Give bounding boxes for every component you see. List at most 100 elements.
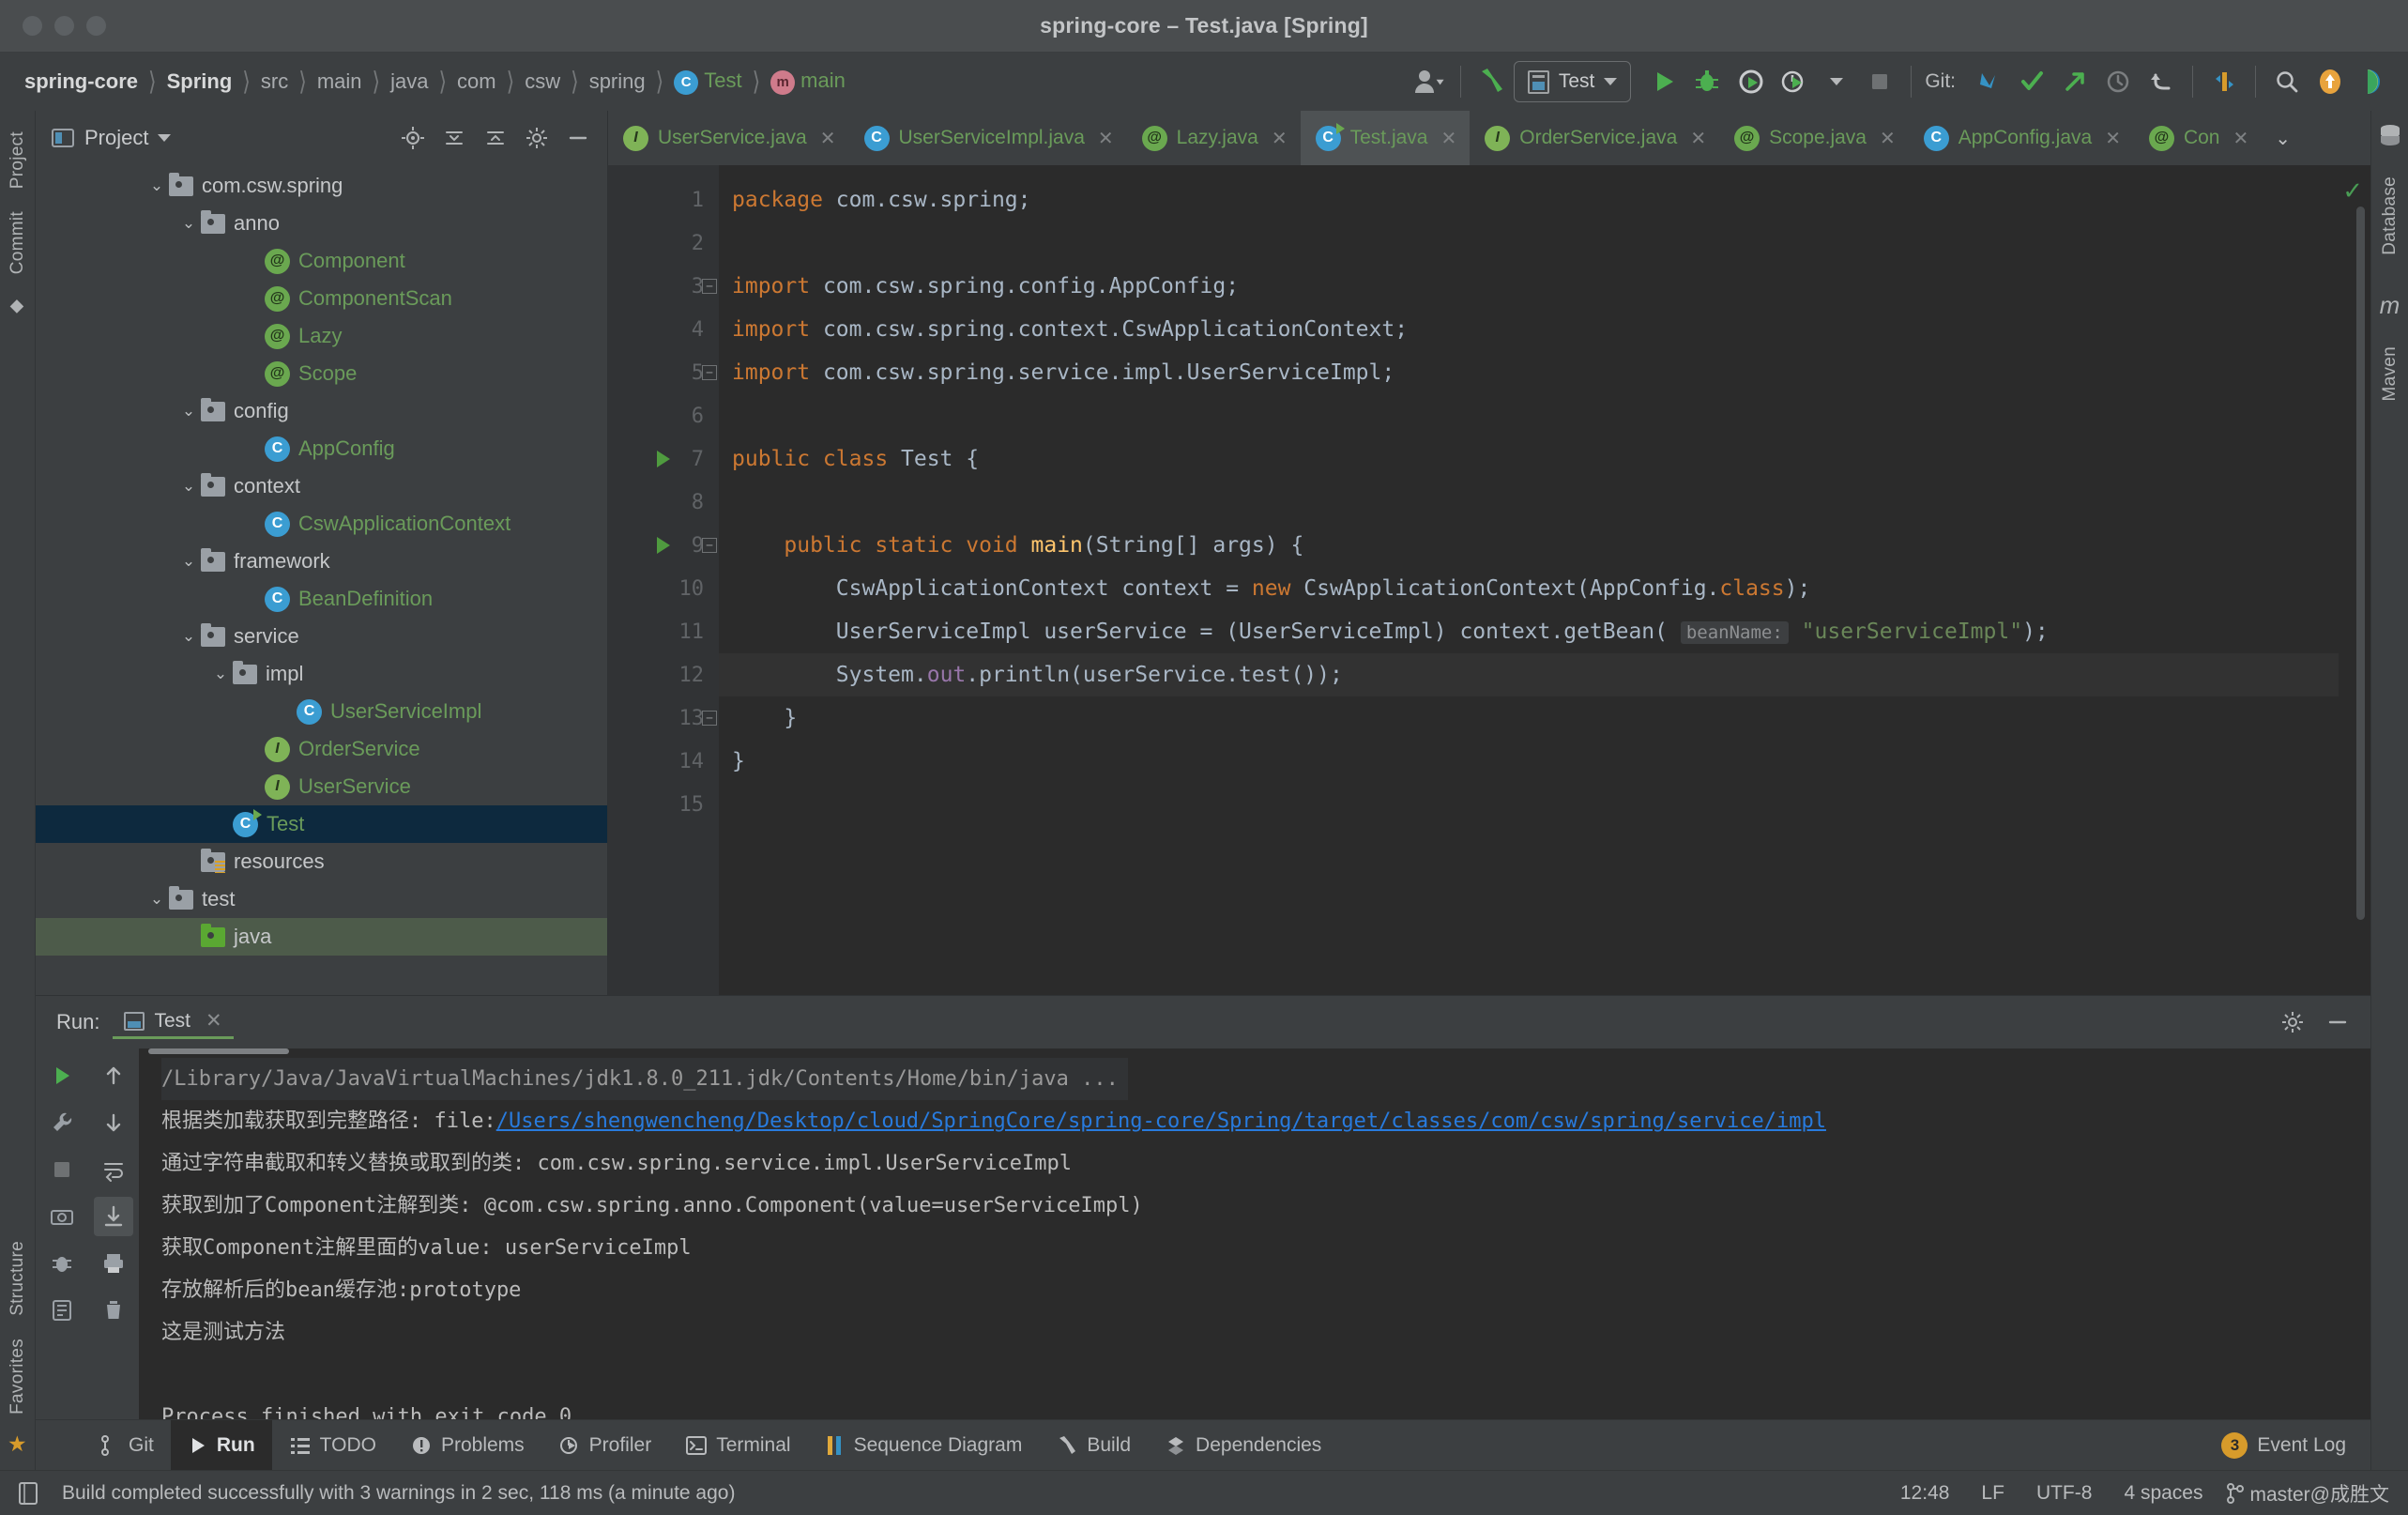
tree-node-impl[interactable]: ⌄ impl: [36, 655, 607, 693]
code-line-1[interactable]: package com.csw.spring;: [719, 178, 2339, 222]
editor-tab-scope-java[interactable]: @ Scope.java ✕: [1719, 111, 1909, 165]
run-gutter-icon[interactable]: [657, 537, 670, 554]
tree-node-test[interactable]: C Test: [36, 805, 607, 843]
run-console[interactable]: /Library/Java/JavaVirtualMachines/jdk1.8…: [139, 1048, 2370, 1419]
tree-node-service[interactable]: ⌄ service: [36, 618, 607, 655]
close-icon[interactable]: ✕: [820, 127, 836, 150]
tree-node-cswapplicationcontext[interactable]: C CswApplicationContext: [36, 505, 607, 543]
gutter-line-5[interactable]: −5: [608, 351, 719, 394]
gutter-line-3[interactable]: −3: [608, 265, 719, 308]
breadcrumb-item-test-class[interactable]: C Test: [670, 69, 745, 95]
expand-all-icon[interactable]: [438, 122, 470, 154]
chevron-down-icon[interactable]: ⌄: [208, 665, 233, 683]
stop-icon[interactable]: [42, 1150, 82, 1189]
close-icon[interactable]: ✕: [1098, 127, 1114, 150]
tree-node-scope[interactable]: @ Scope: [36, 355, 607, 392]
editor-tab-appconfig-java[interactable]: C AppConfig.java ✕: [1909, 111, 2134, 165]
event-log-button[interactable]: 3 Event Log: [2221, 1431, 2370, 1459]
bottom-tab-problems[interactable]: Problems: [393, 1420, 541, 1471]
gutter-line-6[interactable]: 6: [608, 394, 719, 437]
editor-code[interactable]: package com.csw.spring; import com.csw.s…: [719, 165, 2339, 995]
editor-tab-test-java[interactable]: C Test.java ✕: [1300, 111, 1471, 165]
export-icon[interactable]: [42, 1291, 82, 1330]
inspection-ok-icon[interactable]: ✓: [2342, 176, 2363, 206]
wrench-icon[interactable]: [42, 1103, 82, 1142]
git-push-icon[interactable]: [2053, 60, 2096, 103]
tree-node-com-csw-spring[interactable]: ⌄ com.csw.spring: [36, 167, 607, 205]
scroll-down-icon[interactable]: [94, 1103, 133, 1142]
tree-node-userserviceimpl[interactable]: C UserServiceImpl: [36, 693, 607, 730]
more-tabs-chevron-down-icon[interactable]: ⌄: [2262, 111, 2304, 165]
code-line-12[interactable]: System.out.println(userService.test());: [719, 653, 2339, 696]
code-fold-icon[interactable]: −: [702, 538, 717, 553]
code-line-10[interactable]: CswApplicationContext context = new CswA…: [719, 567, 2339, 610]
editor-gutter[interactable]: 1 2−3 4−5 6 7 8−9 10 11 12−13 14 15: [608, 165, 719, 995]
code-line-4[interactable]: import com.csw.spring.context.CswApplica…: [719, 308, 2339, 351]
tree-node-anno[interactable]: ⌄ anno: [36, 205, 607, 242]
code-line-11[interactable]: UserServiceImpl userService = (UserServi…: [719, 610, 2339, 653]
gutter-line-7[interactable]: 7: [608, 437, 719, 481]
breadcrumb-item-com[interactable]: com: [453, 69, 500, 94]
editor-tab-con[interactable]: @ Con ✕: [2134, 111, 2262, 165]
tree-node-context[interactable]: ⌄ context: [36, 467, 607, 505]
scroll-to-end-icon[interactable]: [93, 1197, 133, 1236]
breadcrumb-item-main-dir[interactable]: main: [313, 69, 366, 94]
tree-node-framework[interactable]: ⌄ framework: [36, 543, 607, 580]
editor-tabs[interactable]: I UserService.java ✕ C UserServiceImpl.java ✕…: [608, 111, 2370, 165]
git-history-icon[interactable]: [2096, 60, 2140, 103]
minimize-icon[interactable]: [2322, 1006, 2354, 1038]
close-icon[interactable]: ✕: [1880, 127, 1896, 150]
code-line-8[interactable]: [719, 481, 2339, 524]
close-icon[interactable]: ✕: [2105, 127, 2121, 150]
sidebar-item-maven[interactable]: Maven: [2380, 335, 2400, 413]
console-scrollbar[interactable]: [148, 1048, 289, 1054]
project-tree[interactable]: ⌄ com.csw.spring ⌄ anno @ Component @ Component…: [36, 165, 607, 995]
editor-tab-lazy-java[interactable]: @ Lazy.java ✕: [1127, 111, 1301, 165]
git-commit-icon[interactable]: [2010, 60, 2053, 103]
tree-node-config[interactable]: ⌄ config: [36, 392, 607, 430]
chevron-down-icon[interactable]: ⌄: [176, 477, 201, 496]
run-with-coverage-button[interactable]: [1729, 60, 1772, 103]
gear-icon[interactable]: [2277, 1006, 2309, 1038]
tree-node-componentscan[interactable]: @ ComponentScan: [36, 280, 607, 317]
chevron-down-icon[interactable]: ⌄: [145, 890, 169, 909]
sidebar-item-favorites[interactable]: Favorites: [8, 1327, 28, 1426]
tree-node-lazy[interactable]: @ Lazy: [36, 317, 607, 355]
soft-wrap-icon[interactable]: [94, 1150, 133, 1189]
bottom-tab-profiler[interactable]: Profiler: [541, 1420, 669, 1471]
profiler-button[interactable]: [1772, 60, 1815, 103]
gutter-line-13[interactable]: −13: [608, 696, 719, 740]
breadcrumb-item-spring[interactable]: Spring: [163, 69, 236, 94]
code-line-14[interactable]: }: [719, 740, 2339, 783]
sidebar-item-database[interactable]: Database: [2380, 165, 2400, 267]
code-line-5[interactable]: import com.csw.spring.service.impl.UserS…: [719, 351, 2339, 394]
editor-tab-orderservice-java[interactable]: I OrderService.java ✕: [1470, 111, 1719, 165]
git-revert-icon[interactable]: [2140, 60, 2183, 103]
close-icon[interactable]: ✕: [1272, 127, 1288, 150]
run-button[interactable]: [1642, 60, 1685, 103]
bottom-tab-terminal[interactable]: Terminal: [668, 1420, 807, 1471]
debug-button[interactable]: [1685, 60, 1729, 103]
code-line-9[interactable]: public static void main(String[] args) {: [719, 524, 2339, 567]
console-file-link[interactable]: /Users/shengwencheng/Desktop/cloud/Sprin…: [496, 1109, 1826, 1133]
editor-tab-userserviceimpl-java[interactable]: C UserServiceImpl.java ✕: [849, 111, 1127, 165]
code-fold-icon[interactable]: −: [702, 365, 717, 380]
locate-icon[interactable]: [397, 122, 429, 154]
editor-scrollbar[interactable]: [2356, 207, 2365, 920]
chevron-down-icon[interactable]: [158, 134, 172, 142]
encoding-selector[interactable]: UTF-8: [2027, 1482, 2102, 1505]
breadcrumb-item-main-method[interactable]: m main: [767, 69, 849, 95]
run-tab-test[interactable]: Test ✕: [113, 1005, 234, 1039]
chevron-down-icon[interactable]: ⌄: [176, 402, 201, 421]
gutter-line-4[interactable]: 4: [608, 308, 719, 351]
print-icon[interactable]: [94, 1244, 133, 1283]
gutter-line-15[interactable]: 15: [608, 783, 719, 826]
tree-node-java[interactable]: java: [36, 918, 607, 956]
breadcrumb-item-spring-core[interactable]: spring-core: [21, 69, 142, 94]
stop-button[interactable]: [1858, 60, 1901, 103]
bottom-tool-tabs[interactable]: Git Run TODO Problems Profiler Terminal Sequen…: [36, 1419, 2370, 1471]
bottom-tab-dependencies[interactable]: Dependencies: [1148, 1420, 1338, 1471]
bottom-tab-todo[interactable]: TODO: [272, 1420, 393, 1471]
code-line-3[interactable]: import com.csw.spring.config.AppConfig;: [719, 265, 2339, 308]
breadcrumb-item-src[interactable]: src: [257, 69, 292, 94]
